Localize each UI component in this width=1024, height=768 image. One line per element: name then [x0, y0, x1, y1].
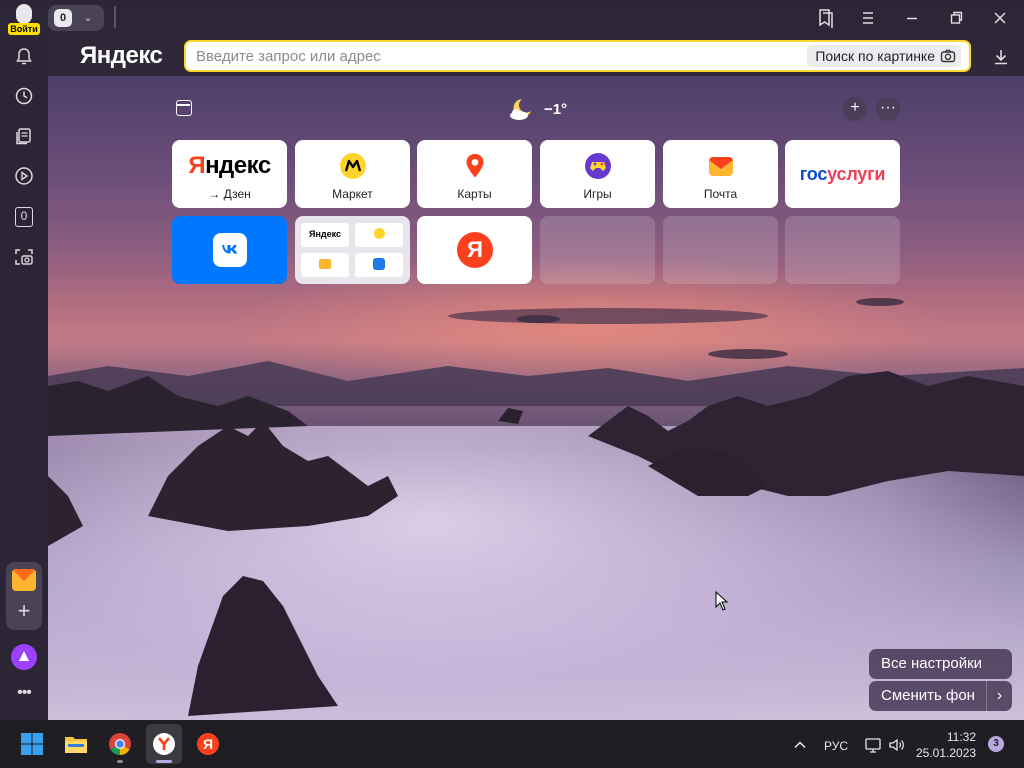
- image-search-button[interactable]: Поиск по картинке: [807, 45, 961, 67]
- volume-icon[interactable]: [888, 736, 906, 754]
- more-options-button[interactable]: ···: [876, 97, 900, 121]
- mini-tile-market: [355, 223, 403, 247]
- tile-caption: Игры: [583, 187, 612, 201]
- mail-icon[interactable]: [12, 569, 36, 591]
- notification-badge[interactable]: 3: [988, 736, 1004, 752]
- mouse-cursor-icon: [715, 591, 729, 611]
- clock-time[interactable]: 11:32: [924, 730, 976, 744]
- gosuslugi-logo: госуслуги: [799, 164, 886, 184]
- screenshot-icon[interactable]: [12, 245, 36, 269]
- tile-games[interactable]: Игры: [540, 140, 655, 208]
- yandex-app-icon[interactable]: Я: [196, 732, 220, 756]
- camera-icon: [940, 49, 956, 63]
- sidebar-apps-panel: +: [6, 562, 42, 630]
- running-indicator: [117, 760, 123, 763]
- restore-icon[interactable]: [944, 6, 968, 30]
- chevron-down-icon: ⌄: [83, 12, 93, 24]
- tile-gosuslugi[interactable]: госуслуги: [785, 140, 900, 208]
- user-avatar-icon: [16, 4, 32, 24]
- tile-yandex-dzen[interactable]: Яндекс → Дзен: [172, 140, 287, 208]
- market-icon: [340, 153, 366, 179]
- tile-caption: → Дзен: [208, 187, 251, 201]
- divider: [114, 6, 116, 28]
- play-icon[interactable]: [12, 164, 36, 188]
- add-tile-button[interactable]: +: [843, 97, 867, 121]
- add-icon[interactable]: +: [15, 600, 33, 622]
- network-icon[interactable]: [864, 736, 882, 754]
- windows-start-icon[interactable]: [20, 732, 44, 756]
- svg-text:Я: Я: [203, 736, 213, 752]
- counter-icon[interactable]: 0: [15, 207, 33, 227]
- mini-tile-app: [355, 253, 403, 277]
- download-icon[interactable]: [990, 46, 1012, 68]
- tile-caption: Маркет: [332, 187, 373, 201]
- collections-icon[interactable]: [12, 124, 36, 148]
- yandex-logo[interactable]: Яндекс: [80, 42, 163, 70]
- image-search-label: Поиск по картинке: [815, 48, 935, 64]
- mini-tile-yandex: Яндекс: [301, 223, 349, 247]
- tile-folder[interactable]: Яндекс: [295, 216, 410, 284]
- mini-tile-mail: [301, 253, 349, 277]
- all-settings-button[interactable]: Все настройки: [869, 649, 1012, 679]
- change-background-label: Сменить фон: [881, 687, 975, 704]
- alice-icon[interactable]: [11, 644, 37, 670]
- language-indicator[interactable]: РУС: [824, 739, 848, 753]
- address-placeholder: Введите запрос или адрес: [196, 48, 381, 65]
- tile-caption: Карты: [457, 187, 492, 201]
- tile-empty[interactable]: [785, 216, 900, 284]
- more-icon[interactable]: •••: [12, 684, 36, 702]
- moon-cloud-icon: [510, 99, 531, 120]
- tile-vk[interactable]: [172, 216, 287, 284]
- tile-caption: Почта: [703, 187, 738, 201]
- games-icon: [585, 153, 611, 179]
- active-indicator: [156, 760, 172, 763]
- tile-market[interactable]: Маркет: [295, 140, 410, 208]
- tab-count: 0: [54, 9, 72, 27]
- menu-icon[interactable]: [856, 6, 880, 30]
- yandex-browser-icon[interactable]: [152, 732, 176, 756]
- login-label: Войти: [8, 23, 40, 35]
- change-background-button[interactable]: Сменить фон ›: [869, 681, 1012, 711]
- ya-icon: Я: [457, 232, 493, 268]
- mail-tile-icon: [709, 157, 733, 176]
- tile-empty[interactable]: [663, 216, 778, 284]
- minimize-icon[interactable]: [900, 6, 924, 30]
- tabs-button[interactable]: 0 ⌄: [48, 5, 104, 31]
- address-bar[interactable]: Введите запрос или адрес Поиск по картин…: [184, 40, 971, 72]
- history-icon[interactable]: [12, 84, 36, 108]
- map-pin-icon: [466, 154, 484, 178]
- tab-manager-icon[interactable]: [176, 100, 192, 116]
- bookmarks-icon[interactable]: [813, 6, 837, 30]
- file-explorer-icon[interactable]: [64, 732, 88, 756]
- chrome-icon[interactable]: [108, 732, 132, 756]
- chevron-up-icon[interactable]: [792, 737, 808, 753]
- tile-ya[interactable]: Я: [417, 216, 532, 284]
- tile-empty[interactable]: [540, 216, 655, 284]
- clock-date[interactable]: 25.01.2023: [916, 746, 976, 760]
- login-button[interactable]: Войти: [6, 4, 42, 35]
- tile-mail[interactable]: Почта: [663, 140, 778, 208]
- vk-icon: [213, 233, 247, 267]
- chevron-right-icon[interactable]: ›: [986, 681, 1012, 711]
- yandex-tile-logo: Яндекс: [188, 152, 271, 179]
- tile-maps[interactable]: Карты: [417, 140, 532, 208]
- close-icon[interactable]: [988, 6, 1012, 30]
- bell-icon[interactable]: [12, 45, 36, 69]
- weather-temp: −1°: [544, 101, 568, 118]
